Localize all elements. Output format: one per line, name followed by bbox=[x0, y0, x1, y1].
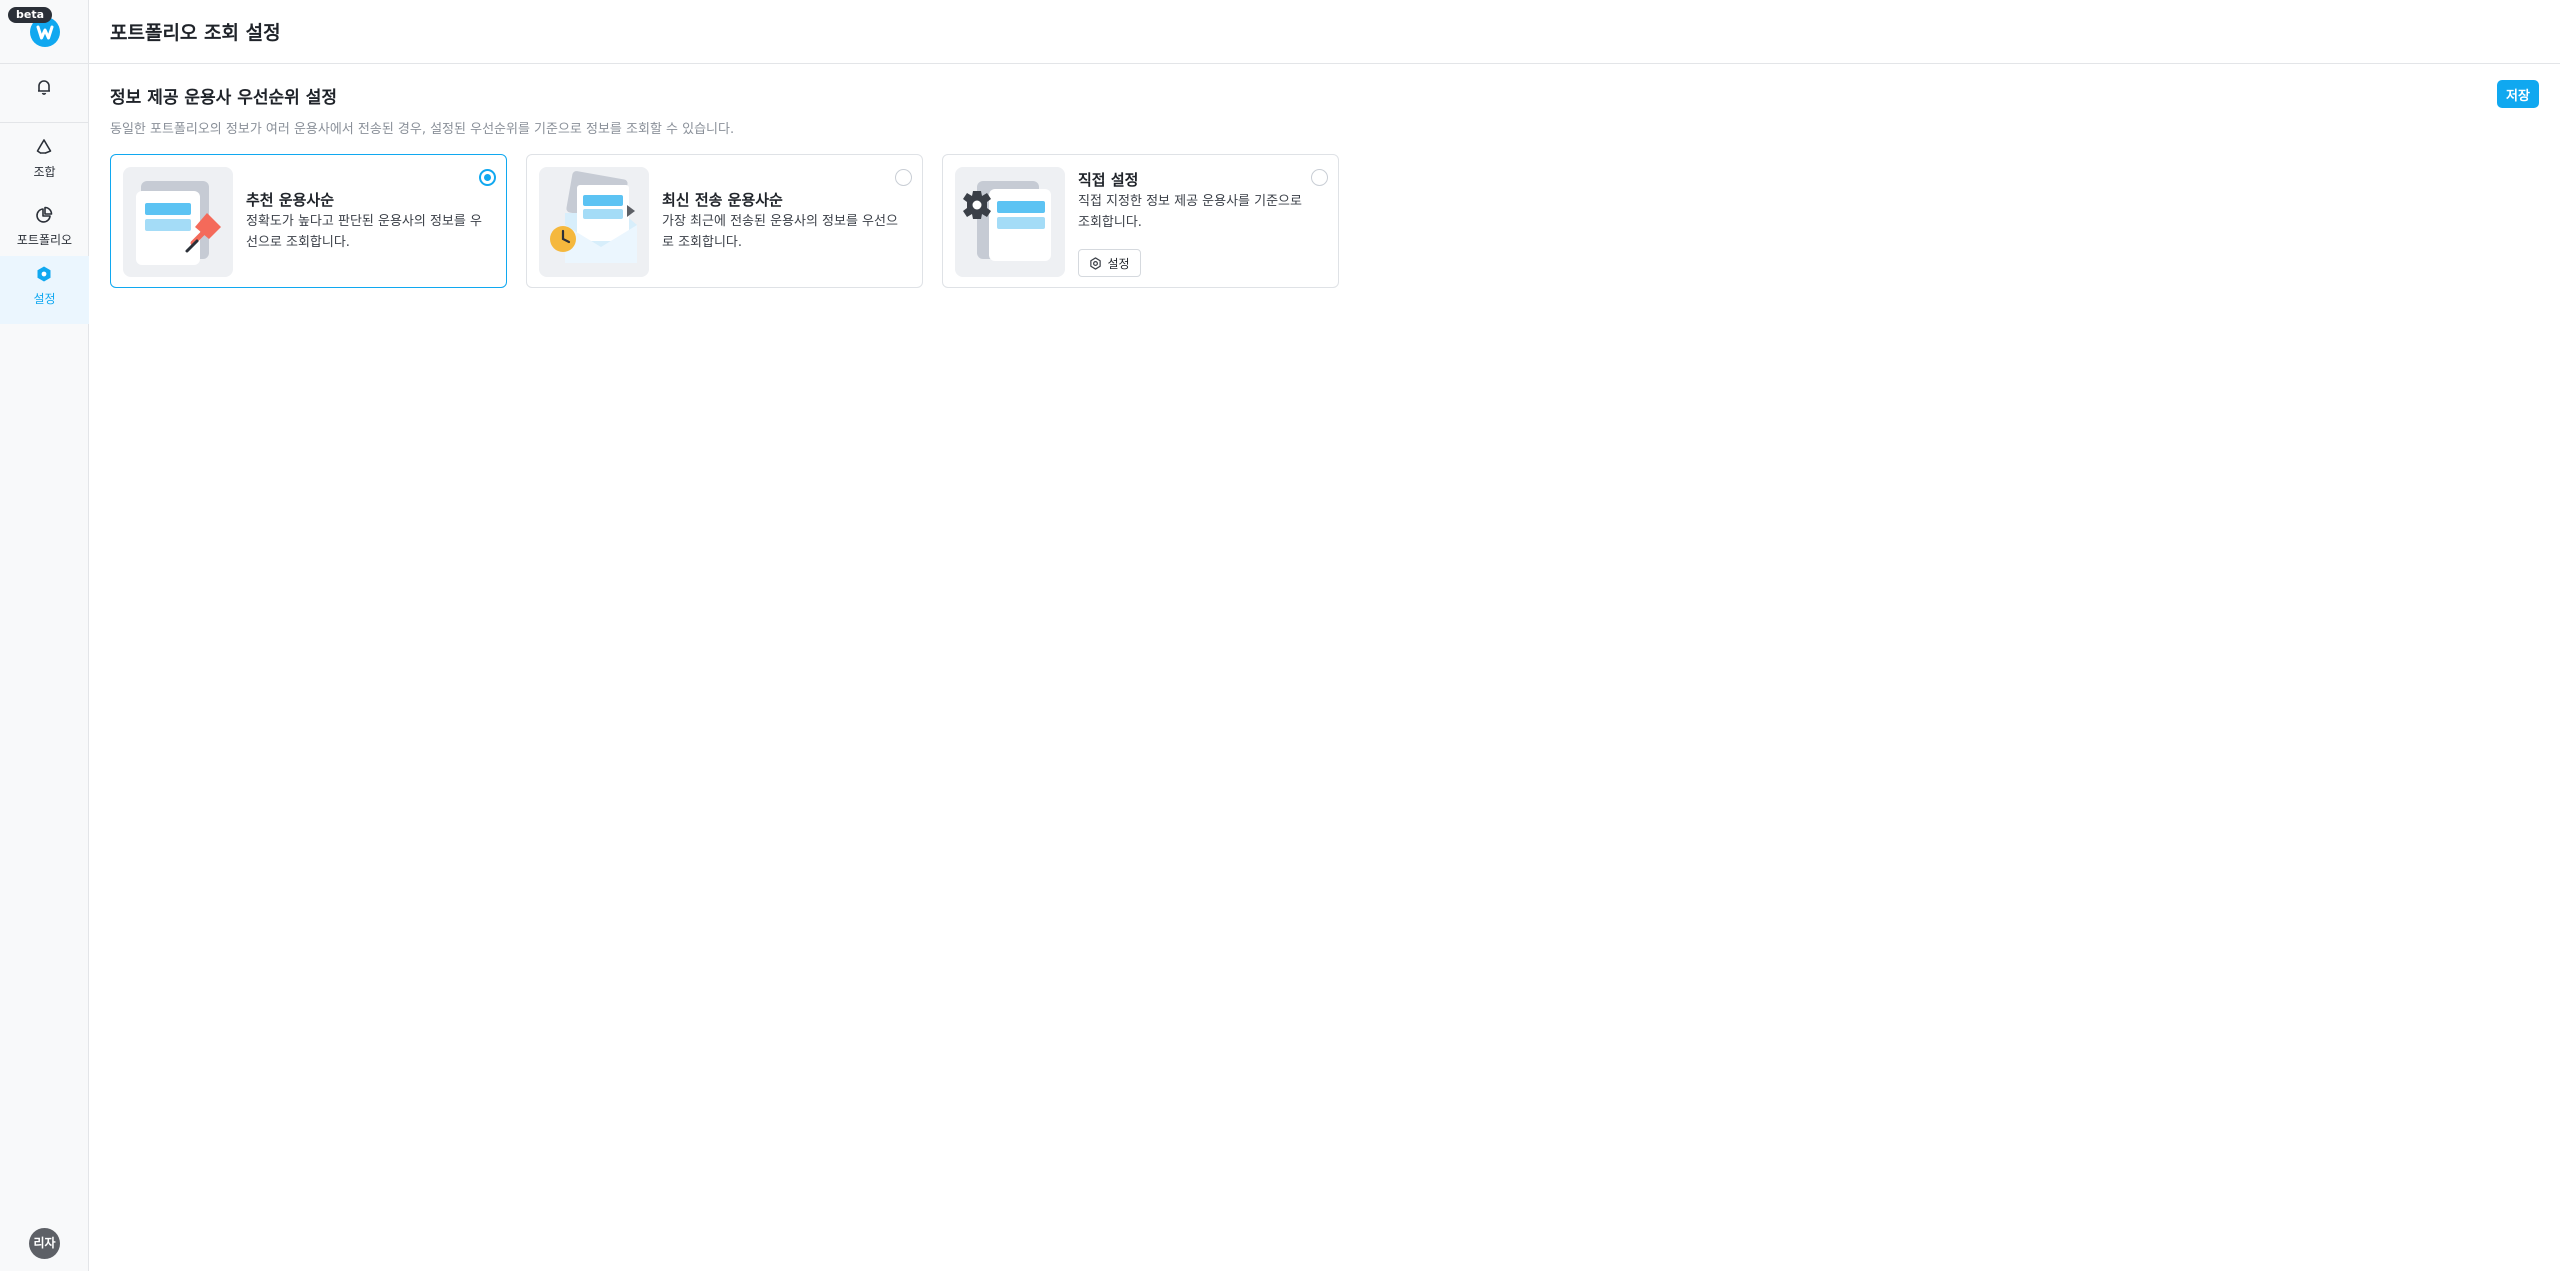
option-title: 직접 설정 bbox=[1078, 171, 1139, 189]
document-gear-icon bbox=[963, 181, 1051, 261]
manual-settings-label: 설정 bbox=[1107, 256, 1130, 271]
page-title: 포트폴리오 조회 설정 bbox=[110, 22, 281, 44]
manual-settings-button[interactable]: 설정 bbox=[1078, 249, 1141, 277]
section-description: 동일한 포트폴리오의 정보가 여러 운용사에서 전송된 경우, 설정된 우선순위… bbox=[110, 122, 735, 137]
sidebar: beta 조합 포트폴리오 설정 리자 bbox=[0, 0, 89, 1271]
bell-icon bbox=[38, 80, 50, 95]
option-radio[interactable] bbox=[895, 169, 912, 186]
option-radio[interactable] bbox=[1311, 169, 1328, 186]
sidebar-item-portfolio[interactable]: 포트폴리오 bbox=[0, 197, 89, 265]
save-button[interactable]: 저장 bbox=[2497, 80, 2539, 108]
sidebar-item-label: 조합 bbox=[33, 165, 56, 179]
option-card-manual[interactable]: 직접 설정 직접 지정한 정보 제공 운용사를 기준으로 조회합니다. 설정 bbox=[942, 154, 1339, 288]
latest-illustration bbox=[539, 167, 649, 277]
sidebar-item-settings[interactable]: 설정 bbox=[0, 256, 89, 324]
sidebar-item-union[interactable]: 조합 bbox=[0, 129, 89, 197]
option-description: 직접 지정한 정보 제공 운용사를 기준으로 조회합니다. bbox=[1078, 194, 1302, 230]
beta-badge: beta bbox=[8, 7, 53, 23]
document-pin-icon bbox=[136, 181, 221, 265]
pie-chart-icon bbox=[36, 206, 53, 223]
sidebar-item-label: 포트폴리오 bbox=[16, 233, 73, 247]
gear-icon bbox=[1090, 256, 1102, 270]
option-description: 가장 최근에 전송된 운용사의 정보를 우선으로 조회합니다. bbox=[662, 214, 898, 250]
option-radio[interactable] bbox=[479, 169, 496, 186]
logo-area[interactable]: beta bbox=[0, 0, 89, 64]
recycle-icon bbox=[36, 139, 52, 154]
option-card-recommended[interactable]: 추천 운용사순 정확도가 높다고 판단된 운용사의 정보를 우선으로 조회합니다… bbox=[110, 154, 507, 288]
user-avatar[interactable]: 리자 bbox=[29, 1228, 60, 1259]
sidebar-item-label: 설정 bbox=[33, 292, 56, 306]
settings-icon bbox=[37, 266, 51, 282]
notifications-button[interactable] bbox=[0, 64, 89, 123]
envelope-clock-icon bbox=[550, 171, 637, 263]
top-bar: 포트폴리오 조회 설정 bbox=[89, 0, 2560, 64]
option-title: 최신 전송 운용사순 bbox=[662, 191, 783, 209]
option-description: 정확도가 높다고 판단된 운용사의 정보를 우선으로 조회합니다. bbox=[246, 214, 482, 250]
recommended-illustration bbox=[123, 167, 233, 277]
manual-illustration bbox=[955, 167, 1065, 277]
option-card-latest[interactable]: 최신 전송 운용사순 가장 최근에 전송된 운용사의 정보를 우선으로 조회합니… bbox=[526, 154, 923, 288]
section-title: 정보 제공 운용사 우선순위 설정 bbox=[110, 88, 337, 108]
option-title: 추천 운용사순 bbox=[246, 191, 335, 209]
